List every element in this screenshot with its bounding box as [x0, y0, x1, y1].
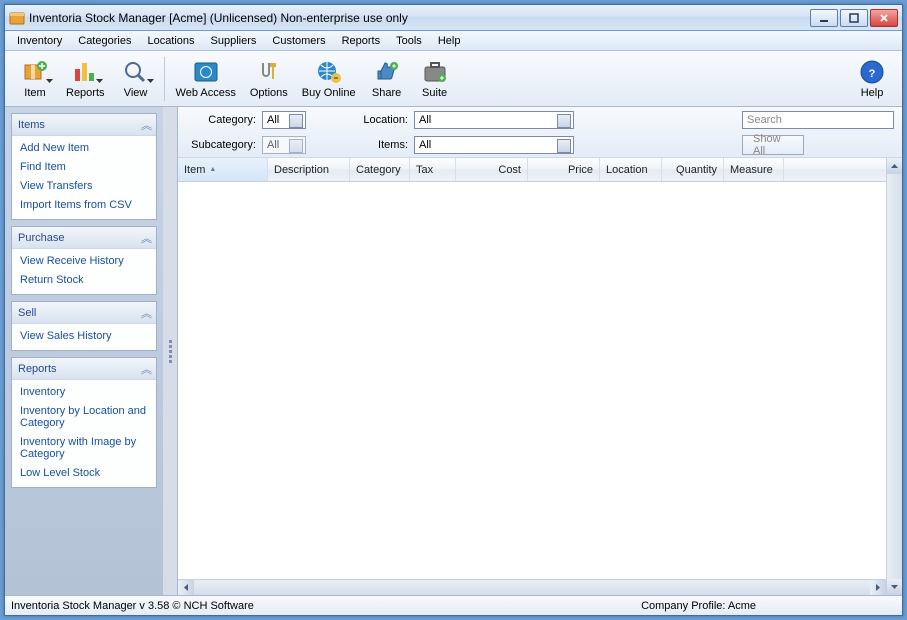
- toolbar-options-button[interactable]: Options: [243, 54, 295, 104]
- window-title: Inventoria Stock Manager [Acme] (Unlicen…: [29, 11, 810, 25]
- app-icon: [9, 10, 25, 26]
- subcategory-combo[interactable]: All: [262, 136, 306, 154]
- chevron-up-icon: ︽: [141, 117, 150, 133]
- toolbar: Item Reports View Web Access Options: [5, 51, 902, 107]
- items-combo[interactable]: All: [414, 136, 574, 154]
- sidebar-link-import-csv[interactable]: Import Items from CSV: [20, 199, 148, 211]
- scroll-right-button[interactable]: [870, 580, 886, 595]
- toolbar-suite-button[interactable]: Suite: [411, 54, 459, 104]
- svg-text:?: ?: [869, 68, 876, 80]
- column-location[interactable]: Location: [600, 158, 662, 181]
- main-area: Category: All Location: All Search Subca…: [177, 107, 902, 595]
- tools-icon: [255, 59, 283, 85]
- subcategory-label: Subcategory:: [186, 139, 256, 151]
- column-description[interactable]: Description: [268, 158, 350, 181]
- column-cost[interactable]: Cost: [456, 158, 528, 181]
- menu-locations[interactable]: Locations: [139, 33, 202, 49]
- magnifier-icon: [122, 59, 150, 85]
- horizontal-scrollbar[interactable]: [178, 579, 886, 595]
- sidebar-splitter[interactable]: [163, 107, 177, 595]
- category-combo[interactable]: All: [262, 111, 306, 129]
- scroll-up-button[interactable]: [887, 158, 902, 174]
- category-label: Category:: [186, 114, 256, 126]
- column-category[interactable]: Category: [350, 158, 410, 181]
- sidebar-header-reports[interactable]: Reports ︽: [12, 358, 156, 380]
- toolbar-item-button[interactable]: Item: [11, 54, 59, 104]
- column-item[interactable]: Item▲: [178, 158, 268, 181]
- show-all-button[interactable]: Show All: [742, 135, 804, 155]
- sidebar-panel-reports: Reports ︽ Inventory Inventory by Locatio…: [11, 357, 157, 488]
- column-quantity[interactable]: Quantity: [662, 158, 724, 181]
- column-spacer: [784, 158, 902, 181]
- sidebar-link-receive-history[interactable]: View Receive History: [20, 255, 148, 267]
- grid-body[interactable]: [178, 182, 902, 595]
- sidebar: Items ︽ Add New Item Find Item View Tran…: [5, 107, 163, 595]
- sidebar-link-report-low-stock[interactable]: Low Level Stock: [20, 467, 148, 479]
- suitcase-icon: [421, 59, 449, 85]
- sidebar-panel-sell: Sell ︽ View Sales History: [11, 301, 157, 351]
- location-label: Location:: [348, 114, 408, 126]
- chevron-up-icon: ︽: [141, 361, 150, 377]
- scroll-left-button[interactable]: [178, 580, 194, 595]
- toolbar-separator: [164, 57, 165, 101]
- column-tax[interactable]: Tax: [410, 158, 456, 181]
- menu-tools[interactable]: Tools: [388, 33, 430, 49]
- menu-customers[interactable]: Customers: [264, 33, 333, 49]
- sidebar-header-items[interactable]: Items ︽: [12, 114, 156, 136]
- column-measure[interactable]: Measure: [724, 158, 784, 181]
- menu-reports[interactable]: Reports: [334, 33, 389, 49]
- sidebar-link-return-stock[interactable]: Return Stock: [20, 274, 148, 286]
- items-label: Items:: [348, 139, 408, 151]
- maximize-button[interactable]: [840, 9, 868, 27]
- filter-bar: Category: All Location: All Search Subca…: [178, 107, 902, 158]
- sidebar-link-sales-history[interactable]: View Sales History: [20, 330, 148, 342]
- toolbar-help-button[interactable]: ? Help: [848, 54, 896, 104]
- location-combo[interactable]: All: [414, 111, 574, 129]
- box-add-icon: [21, 59, 49, 85]
- sidebar-link-report-with-image[interactable]: Inventory with Image by Category: [20, 436, 148, 460]
- search-input[interactable]: Search: [742, 111, 894, 129]
- menu-suppliers[interactable]: Suppliers: [203, 33, 265, 49]
- toolbar-view-button[interactable]: View: [112, 54, 160, 104]
- sort-asc-icon: ▲: [209, 166, 216, 173]
- sidebar-link-view-transfers[interactable]: View Transfers: [20, 180, 148, 192]
- app-window: Inventoria Stock Manager [Acme] (Unlicen…: [4, 4, 903, 616]
- data-grid: Item▲ Description Category Tax Cost Pric…: [178, 158, 902, 595]
- globe-cart-icon: [315, 59, 343, 85]
- minimize-button[interactable]: [810, 9, 838, 27]
- sidebar-link-add-new-item[interactable]: Add New Item: [20, 142, 148, 154]
- menu-categories[interactable]: Categories: [70, 33, 139, 49]
- sidebar-link-report-inventory[interactable]: Inventory: [20, 386, 148, 398]
- toolbar-web-access-button[interactable]: Web Access: [169, 54, 243, 104]
- web-icon: [192, 59, 220, 85]
- toolbar-share-button[interactable]: Share: [363, 54, 411, 104]
- window-controls: [810, 9, 898, 27]
- chevron-up-icon: ︽: [141, 305, 150, 321]
- help-icon: ?: [858, 59, 886, 85]
- grid-header: Item▲ Description Category Tax Cost Pric…: [178, 158, 902, 182]
- scroll-down-button[interactable]: [887, 579, 902, 595]
- status-version: Inventoria Stock Manager v 3.58 © NCH So…: [11, 600, 254, 612]
- sidebar-link-report-by-location[interactable]: Inventory by Location and Category: [20, 405, 148, 429]
- menubar: Inventory Categories Locations Suppliers…: [5, 31, 902, 51]
- column-price[interactable]: Price: [528, 158, 600, 181]
- toolbar-buy-online-button[interactable]: Buy Online: [295, 54, 363, 104]
- close-button[interactable]: [870, 9, 898, 27]
- vertical-scrollbar[interactable]: [886, 158, 902, 595]
- statusbar: Inventoria Stock Manager v 3.58 © NCH So…: [5, 595, 902, 615]
- sidebar-panel-purchase: Purchase ︽ View Receive History Return S…: [11, 226, 157, 295]
- bar-chart-icon: [71, 59, 99, 85]
- toolbar-reports-button[interactable]: Reports: [59, 54, 112, 104]
- menu-help[interactable]: Help: [430, 33, 469, 49]
- chevron-up-icon: ︽: [141, 230, 150, 246]
- workspace: Items ︽ Add New Item Find Item View Tran…: [5, 107, 902, 595]
- sidebar-panel-items: Items ︽ Add New Item Find Item View Tran…: [11, 113, 157, 220]
- titlebar: Inventoria Stock Manager [Acme] (Unlicen…: [5, 5, 902, 31]
- sidebar-link-find-item[interactable]: Find Item: [20, 161, 148, 173]
- sidebar-header-purchase[interactable]: Purchase ︽: [12, 227, 156, 249]
- thumbs-up-icon: [373, 59, 401, 85]
- menu-inventory[interactable]: Inventory: [9, 33, 70, 49]
- status-profile: Company Profile: Acme: [641, 600, 756, 612]
- sidebar-header-sell[interactable]: Sell ︽: [12, 302, 156, 324]
